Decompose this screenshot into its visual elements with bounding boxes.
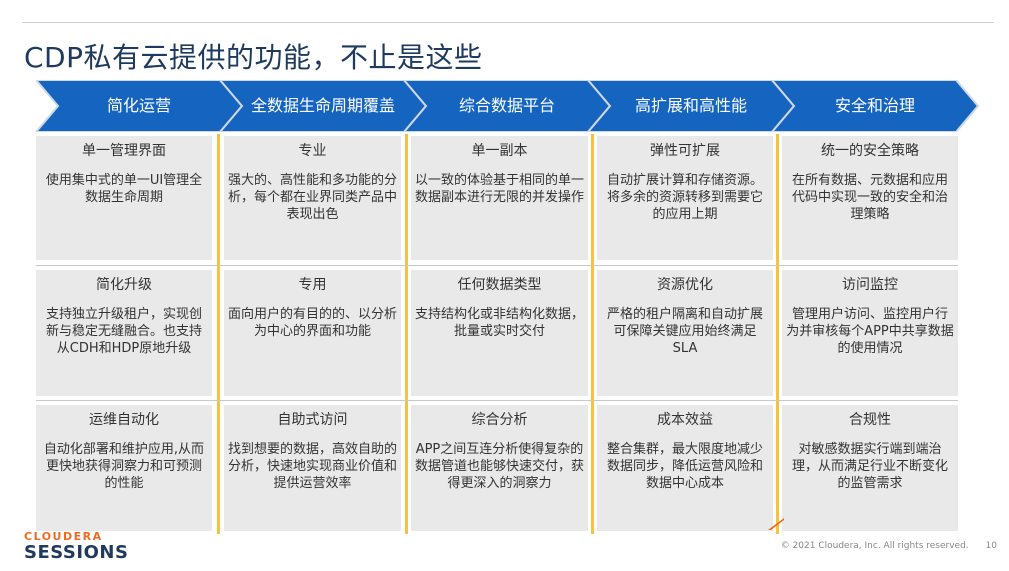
- feature-card: 运维自动化自动化部署和维护应用,从而更快地获得洞察力和可预测的性能: [36, 405, 212, 531]
- feature-card: 单一副本以一致的体验基于相同的单一数据副本进行无限的并发操作: [411, 136, 588, 260]
- feature-description: 对敏感数据实行端到端治理，从而满足行业不断变化的监管需求: [791, 442, 948, 491]
- feature-description: 严格的租户隔离和自动扩展可保障关键应用始终满足 SLA: [606, 307, 763, 356]
- feature-title: 成本效益: [657, 412, 713, 428]
- feature-description: 管理用户访问、监控用户行为并审核每个APP中共享数据的使用情况: [786, 307, 954, 356]
- feature-title: 自助式访问: [277, 412, 348, 428]
- column-divider-4: [776, 134, 779, 534]
- column-header-5: 安全和治理: [834, 96, 915, 115]
- feature-card: 弹性可扩展自动扩展计算和存储资源。 将多余的资源转移到需要它的应用上期: [597, 136, 773, 260]
- feature-card: 专业强大的、高性能和多功能的分析，每个都在业界同类产品中表现出色: [224, 136, 401, 260]
- row-divider-1: [36, 265, 958, 266]
- feature-card: 成本效益整合集群，最大限度地减少数据同步，降低运营风险和数据中心成本: [597, 405, 773, 531]
- feature-description: 使用集中式的单一UI管理全数据生命周期: [45, 173, 203, 205]
- feature-title: 任何数据类型: [457, 277, 542, 293]
- feature-card: 访问监控管理用户访问、监控用户行为并审核每个APP中共享数据的使用情况: [782, 270, 958, 396]
- top-divider: [22, 22, 994, 23]
- feature-title: 运维自动化: [89, 412, 159, 428]
- feature-card: 单一管理界面使用集中式的单一UI管理全数据生命周期: [36, 136, 212, 260]
- feature-card: 综合分析 APP之间互连分析使得复杂的数据管道也能够快速交付，获得更深入的洞察力: [411, 405, 588, 531]
- column-header-1: 简化运营: [106, 96, 171, 115]
- footer: © 2021 Cloudera, Inc. All rights reserve…: [781, 541, 997, 551]
- column-header-4: 高扩展和高性能: [634, 96, 747, 115]
- logo-cloudera: CLOUDERA: [24, 530, 103, 543]
- column-header-3: 综合数据平台: [458, 96, 555, 115]
- feature-description: APP之间互连分析使得复杂的数据管道也能够快速交付，获得更深入的洞察力: [415, 442, 585, 491]
- feature-card: 简化升级支持独立升级租户，实现创新与稳定无缝融合。也支持从CDH和HDP原地升级: [36, 270, 212, 396]
- page-number: 10: [985, 541, 997, 551]
- feature-description: 支持独立升级租户，实现创新与稳定无缝融合。也支持从CDH和HDP原地升级: [45, 307, 202, 356]
- feature-card: 统一的安全策略在所有数据、元数据和应用代码中实现一致的安全和治理策略: [782, 136, 958, 260]
- feature-title: 弹性可扩展: [650, 143, 720, 159]
- feature-description: 自动化部署和维护应用,从而更快地获得洞察力和可预测的性能: [43, 442, 205, 491]
- feature-title: 单一副本: [471, 143, 528, 159]
- feature-card: 任何数据类型支持结构化或非结构化数据，批量或实时交付: [411, 270, 588, 396]
- slide-corner-decoration: [768, 518, 784, 530]
- feature-description: 支持结构化或非结构化数据，批量或实时交付: [415, 307, 585, 339]
- feature-card: 专用面向用户的有目的的、以分析为中心的界面和功能: [224, 270, 401, 396]
- feature-title: 专业: [298, 143, 327, 159]
- feature-title: 综合分析: [471, 412, 528, 428]
- row-divider-2: [36, 400, 958, 401]
- feature-description: 在所有数据、元数据和应用代码中实现一致的安全和治理策略: [791, 173, 948, 222]
- feature-card: 资源优化严格的租户隔离和自动扩展可保障关键应用始终满足 SLA: [597, 270, 773, 396]
- feature-description: 找到想要的数据，高效自助的分析，快速地实现商业价值和提供运营效率: [228, 442, 398, 491]
- feature-title: 资源优化: [657, 277, 713, 293]
- column-header-2: 全数据生命周期覆盖: [250, 96, 395, 115]
- feature-description: 自动扩展计算和存储资源。 将多余的资源转移到需要它的应用上期: [606, 173, 763, 222]
- page-title: CDP私有云提供的功能，不止是这些: [24, 41, 483, 74]
- column-divider-3: [591, 134, 594, 534]
- logo-sessions: SESSIONS: [24, 542, 129, 563]
- column-divider-2: [405, 134, 408, 534]
- feature-description: 面向用户的有目的的、以分析为中心的界面和功能: [228, 307, 398, 339]
- feature-title: 访问监控: [842, 277, 898, 293]
- feature-title: 统一的安全策略: [821, 143, 919, 159]
- feature-title: 合规性: [849, 412, 891, 428]
- feature-description: 整合集群，最大限度地减少数据同步，降低运营风险和数据中心成本: [606, 442, 763, 491]
- feature-title: 简化升级: [96, 277, 152, 293]
- feature-description: 以一致的体验基于相同的单一数据副本进行无限的并发操作: [415, 173, 585, 205]
- feature-card: 合规性对敏感数据实行端到端治理，从而满足行业不断变化的监管需求: [782, 405, 958, 531]
- feature-card: 自助式访问找到想要的数据，高效自助的分析，快速地实现商业价值和提供运营效率: [224, 405, 401, 531]
- feature-description: 强大的、高性能和多功能的分析，每个都在业界同类产品中表现出色: [228, 173, 398, 222]
- feature-title: 专用: [298, 277, 327, 293]
- cloudera-sessions-logo: CLOUDERA SESSIONS: [24, 531, 128, 562]
- copyright-text: © 2021 Cloudera, Inc. All rights reserve…: [780, 541, 969, 551]
- column-divider-1: [217, 134, 220, 534]
- feature-title: 单一管理界面: [82, 143, 166, 159]
